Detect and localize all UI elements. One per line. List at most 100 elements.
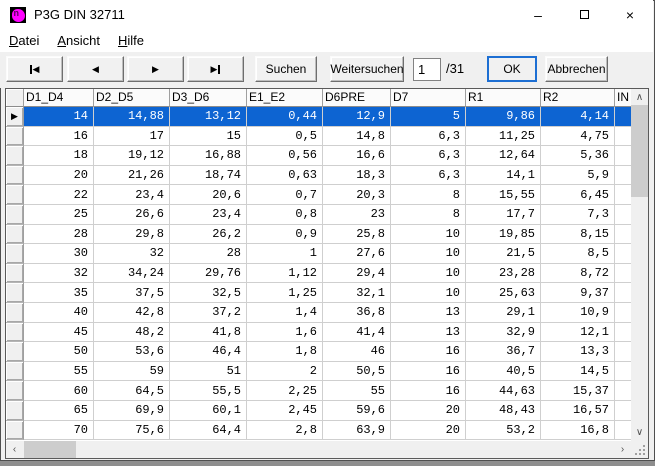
row-indicator[interactable]: [6, 342, 24, 362]
cell[interactable]: 41,8: [170, 323, 247, 343]
cell[interactable]: 42,8: [94, 303, 170, 323]
cell[interactable]: 2,25: [247, 381, 323, 401]
cell[interactable]: 5: [391, 107, 466, 127]
column-header-d1_d4[interactable]: D1_D4: [24, 89, 94, 107]
row-indicator[interactable]: [6, 421, 24, 441]
cell[interactable]: 64,5: [94, 381, 170, 401]
cell[interactable]: 53,2: [466, 421, 541, 441]
cell[interactable]: 14,1: [466, 166, 541, 186]
cell[interactable]: 9,37: [541, 283, 615, 303]
cell[interactable]: 11,25: [466, 127, 541, 147]
cell[interactable]: 6,45: [541, 185, 615, 205]
cell[interactable]: 44,63: [466, 381, 541, 401]
row-indicator[interactable]: [6, 127, 24, 147]
cell[interactable]: 69,9: [94, 401, 170, 421]
cell[interactable]: 16,57: [541, 401, 615, 421]
cell[interactable]: 46: [323, 342, 391, 362]
cell[interactable]: 2: [247, 362, 323, 382]
cell[interactable]: 0,5: [247, 127, 323, 147]
row-indicator[interactable]: [6, 381, 24, 401]
cell[interactable]: 1,6: [247, 323, 323, 343]
cell[interactable]: 29,4: [323, 264, 391, 284]
cell[interactable]: [615, 381, 631, 401]
cell[interactable]: 30: [24, 244, 94, 264]
cell[interactable]: 21,26: [94, 166, 170, 186]
cell[interactable]: 12,1: [541, 323, 615, 343]
cell[interactable]: 32,1: [323, 283, 391, 303]
cell[interactable]: 41,4: [323, 323, 391, 343]
cell[interactable]: 0,9: [247, 225, 323, 245]
cell[interactable]: 8,72: [541, 264, 615, 284]
cell[interactable]: 0,7: [247, 185, 323, 205]
cell[interactable]: 20: [391, 401, 466, 421]
cell[interactable]: 16,88: [170, 146, 247, 166]
row-indicator[interactable]: [6, 244, 24, 264]
cell[interactable]: 64,4: [170, 421, 247, 441]
cancel-button[interactable]: Abbrechen: [545, 56, 608, 82]
cell[interactable]: 18,74: [170, 166, 247, 186]
cell[interactable]: 6,3: [391, 127, 466, 147]
cell[interactable]: 75,6: [94, 421, 170, 441]
column-header-e1_e2[interactable]: E1_E2: [247, 89, 323, 107]
column-header-r1[interactable]: R1: [466, 89, 541, 107]
cell[interactable]: 48,43: [466, 401, 541, 421]
cell[interactable]: 14: [24, 107, 94, 127]
cell[interactable]: 13,12: [170, 107, 247, 127]
cell[interactable]: 10: [391, 264, 466, 284]
maximize-button[interactable]: [561, 0, 607, 29]
cell[interactable]: [615, 303, 631, 323]
cell[interactable]: 10: [391, 225, 466, 245]
cell[interactable]: 26,2: [170, 225, 247, 245]
cell[interactable]: 59,6: [323, 401, 391, 421]
cell[interactable]: 0,8: [247, 205, 323, 225]
vertical-scrollbar-thumb[interactable]: [631, 105, 648, 197]
cell[interactable]: [615, 185, 631, 205]
cell[interactable]: 70: [24, 421, 94, 441]
search-next-button[interactable]: Weitersuchen: [330, 56, 404, 82]
cell[interactable]: 2,45: [247, 401, 323, 421]
cell[interactable]: 20,3: [323, 185, 391, 205]
cell[interactable]: 65: [24, 401, 94, 421]
cell[interactable]: 28: [24, 225, 94, 245]
cell[interactable]: 25: [24, 205, 94, 225]
cell[interactable]: 28: [170, 244, 247, 264]
cell[interactable]: 1,8: [247, 342, 323, 362]
cell[interactable]: 29,1: [466, 303, 541, 323]
cell[interactable]: [615, 362, 631, 382]
cell[interactable]: 36,7: [466, 342, 541, 362]
cell[interactable]: [615, 401, 631, 421]
cell[interactable]: 8,5: [541, 244, 615, 264]
cell[interactable]: [615, 264, 631, 284]
scroll-up-button[interactable]: ∧: [631, 89, 648, 106]
cell[interactable]: 15,37: [541, 381, 615, 401]
cell[interactable]: [615, 244, 631, 264]
cell[interactable]: 25,8: [323, 225, 391, 245]
last-record-button[interactable]: ▶: [187, 56, 244, 82]
cell[interactable]: 19,12: [94, 146, 170, 166]
row-indicator[interactable]: [6, 205, 24, 225]
cell[interactable]: 14,8: [323, 127, 391, 147]
cell[interactable]: 20: [24, 166, 94, 186]
cell[interactable]: 32,9: [466, 323, 541, 343]
cell[interactable]: 23,4: [170, 205, 247, 225]
menu-item-ansicht[interactable]: Ansicht: [48, 30, 109, 52]
cell[interactable]: [615, 283, 631, 303]
prior-record-button[interactable]: ◀: [67, 56, 124, 82]
cell[interactable]: 0,56: [247, 146, 323, 166]
column-header-d7[interactable]: D7: [391, 89, 466, 107]
cell[interactable]: 5,36: [541, 146, 615, 166]
cell[interactable]: 51: [170, 362, 247, 382]
column-header-d6pre[interactable]: D6PRE: [323, 89, 391, 107]
cell[interactable]: 23,4: [94, 185, 170, 205]
cell[interactable]: 26,6: [94, 205, 170, 225]
cell[interactable]: 1,4: [247, 303, 323, 323]
cell[interactable]: 8: [391, 205, 466, 225]
row-indicator[interactable]: [6, 166, 24, 186]
cell[interactable]: 36,8: [323, 303, 391, 323]
cell[interactable]: 48,2: [94, 323, 170, 343]
cell[interactable]: 32: [24, 264, 94, 284]
cell[interactable]: 20: [391, 421, 466, 441]
cell[interactable]: 14,5: [541, 362, 615, 382]
cell[interactable]: 63,9: [323, 421, 391, 441]
cell[interactable]: 10,9: [541, 303, 615, 323]
